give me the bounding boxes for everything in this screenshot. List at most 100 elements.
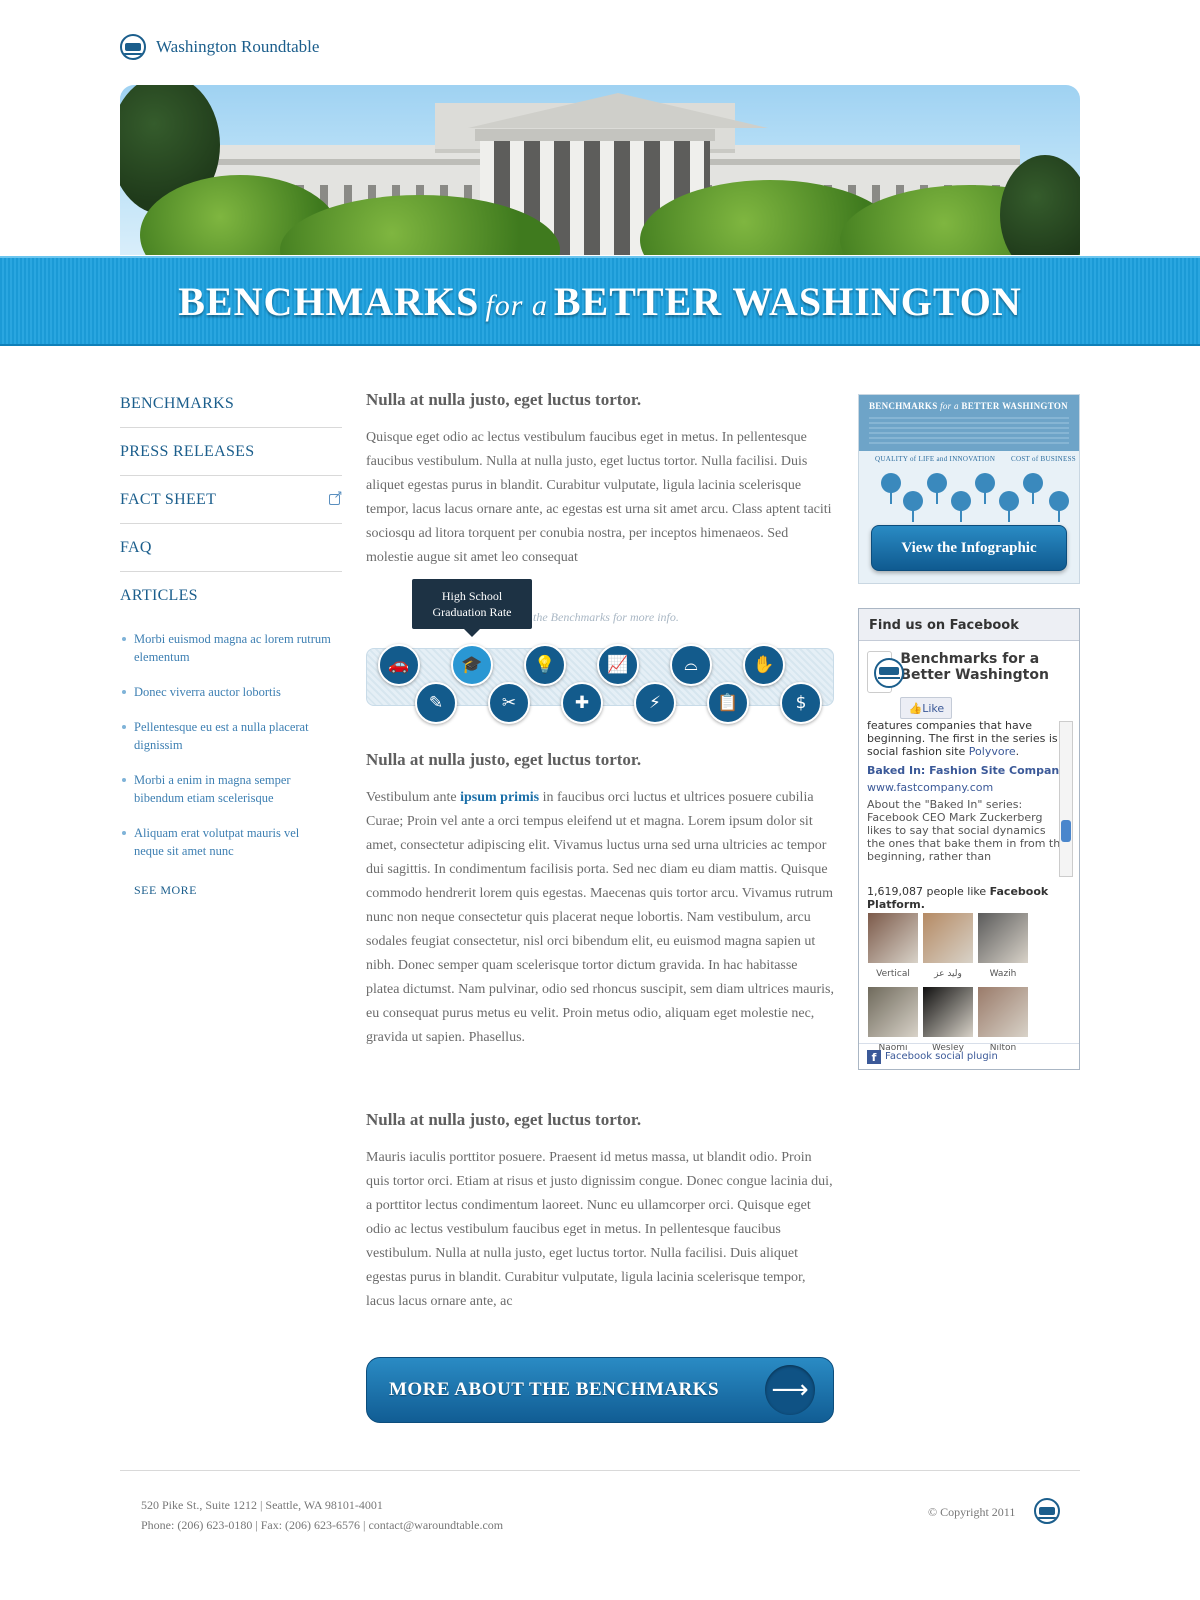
- power-icon[interactable]: ⚡: [634, 682, 676, 724]
- fan-avatar: [868, 913, 918, 963]
- site-name: Washington Roundtable: [156, 37, 320, 56]
- thumbs-up-icon: 👍: [908, 701, 923, 715]
- section-body-text: Vestibulum ante: [366, 790, 461, 805]
- infographic-pin-icon: [951, 491, 971, 522]
- stream-story-url[interactable]: www.fastcompany.com: [867, 781, 1067, 794]
- infographic-preview[interactable]: BENCHMARKS for a BETTER WASHINGTON QUALI…: [858, 394, 1080, 584]
- facebook-fan[interactable]: Vertical: [867, 913, 919, 979]
- infographic-pin-icon: [881, 473, 901, 504]
- footer-address-block: 520 Pike St., Suite 1212 | Seattle, WA 9…: [141, 1495, 503, 1535]
- infographic-subtitle: QUALITY of LIFE and INNOVATION: [875, 455, 996, 463]
- tools-icon[interactable]: ✂: [488, 682, 530, 724]
- bridge-icon[interactable]: ⌓: [670, 644, 712, 686]
- more-about-benchmarks-button[interactable]: MORE ABOUT THE BENCHMARKS ⟶: [366, 1357, 834, 1423]
- article-list: Morbi euismod magna ac lorem rutrum elem…: [122, 630, 332, 877]
- sidebar-nav: BENCHMARKS PRESS RELEASES FACT SHEET FAQ…: [120, 380, 343, 620]
- nav-item-articles[interactable]: ARTICLES: [120, 572, 342, 620]
- nav-item-label: FACT SHEET: [120, 490, 217, 508]
- infographic-title: BENCHMARKS for a BETTER WASHINGTON: [869, 401, 1069, 411]
- facebook-header: Find us on Facebook: [859, 609, 1079, 641]
- facebook-like-box: Find us on Facebook Benchmarks for a Bet…: [858, 608, 1080, 1070]
- section-body: Vestibulum ante ipsum primis in faucibus…: [366, 786, 834, 1050]
- fan-avatar: [868, 987, 918, 1037]
- article-link[interactable]: Morbi euismod magna ac lorem rutrum elem…: [122, 630, 332, 666]
- stream-story-title[interactable]: Baked In: Fashion Site Company: [867, 764, 1067, 777]
- nav-item-fact-sheet[interactable]: FACT SHEET: [120, 476, 343, 524]
- facebook-page-info: Benchmarks for a Better Washington 👍 Like: [859, 641, 1079, 719]
- stream-text-part: .: [1015, 745, 1020, 758]
- clipboard-icon[interactable]: 📋: [707, 682, 749, 724]
- infographic-pin-icon: [927, 473, 947, 504]
- fan-avatar: [923, 913, 973, 963]
- scrollbar-thumb[interactable]: [1061, 820, 1071, 842]
- section-body: Quisque eget odio ac lectus vestibulum f…: [366, 430, 832, 565]
- tooltip-line2: Graduation Rate: [432, 605, 512, 619]
- section-1: Nulla at nulla justo, eget luctus tortor…: [366, 390, 834, 594]
- stream-scrollbar[interactable]: [1059, 721, 1073, 877]
- roundtable-logo-icon[interactable]: [1034, 1498, 1060, 1524]
- fan-name: وليد عز: [934, 969, 962, 979]
- banner-title-part1: BENCHMARKS: [178, 278, 480, 324]
- nav-item-benchmarks[interactable]: BENCHMARKS: [120, 380, 342, 428]
- article-link[interactable]: Aliquam erat volutpat mauris vel neque s…: [122, 824, 332, 860]
- article-link[interactable]: Donec viverra auctor lobortis: [122, 683, 332, 701]
- bandage-icon[interactable]: ✚: [561, 682, 603, 724]
- roundtable-logo-icon: [874, 658, 904, 688]
- section-heading: Nulla at nulla justo, eget luctus tortor…: [366, 1110, 642, 1129]
- stream-link[interactable]: Polyvore: [969, 745, 1016, 758]
- infographic-title-left: BENCHMARKS: [869, 401, 938, 411]
- footer-contact[interactable]: Phone: (206) 623-0180 | Fax: (206) 623-6…: [141, 1515, 503, 1535]
- facebook-stream[interactable]: features companies that have beginning. …: [867, 719, 1067, 877]
- infographic-pin-icon: [1023, 473, 1043, 504]
- stream-text-part: features companies that have beginning. …: [867, 719, 1058, 758]
- inline-link[interactable]: ipsum primis: [460, 790, 539, 805]
- benchmarks-hint: the Benchmarks for more info.: [533, 610, 679, 624]
- handshake-icon[interactable]: ✋: [743, 644, 785, 686]
- facebook-footer[interactable]: f Facebook social plugin: [859, 1043, 1079, 1069]
- nav-item-press-releases[interactable]: PRESS RELEASES: [120, 428, 342, 476]
- banner-title: BENCHMARKS for a BETTER WASHINGTON: [178, 278, 1022, 325]
- fan-name: Wazih: [989, 969, 1017, 979]
- site-logo[interactable]: Washington Roundtable: [120, 34, 319, 60]
- infographic-pin-icon: [975, 473, 995, 504]
- infographic-pin-icon: [1049, 491, 1069, 522]
- nav-item-label: ARTICLES: [120, 587, 198, 604]
- infographic-pin-icon: [903, 491, 923, 522]
- facebook-page-avatar[interactable]: [867, 651, 904, 693]
- section-heading: Nulla at nulla justo, eget luctus tortor…: [366, 390, 642, 409]
- arrow-right-icon: ⟶: [765, 1365, 815, 1415]
- footer-address: 520 Pike St., Suite 1212 | Seattle, WA 9…: [141, 1498, 383, 1512]
- stream-text: features companies that have beginning. …: [867, 719, 1067, 758]
- graduation-cap-icon[interactable]: 🎓: [451, 644, 493, 686]
- article-link[interactable]: Pellentesque eu est a nulla placerat dig…: [122, 718, 332, 754]
- hero-image: [120, 85, 1080, 255]
- money-bag-icon[interactable]: $: [780, 682, 822, 724]
- article-link[interactable]: Morbi a enim in magna semper bibendum et…: [122, 771, 332, 807]
- fan-avatar: [978, 987, 1028, 1037]
- nav-item-faq[interactable]: FAQ: [120, 524, 342, 572]
- stream-story-body: About the "Baked In" series: Facebook CE…: [867, 798, 1067, 863]
- benchmark-tooltip: High School Graduation Rate: [412, 579, 532, 637]
- facebook-fan[interactable]: Wazih: [977, 913, 1029, 979]
- facebook-icon: f: [867, 1049, 881, 1064]
- see-more-link[interactable]: SEE MORE: [134, 883, 197, 898]
- banner-title-part2: for a: [485, 288, 548, 322]
- infographic-title-mid: for a: [940, 401, 959, 411]
- nav-item-label: FAQ: [120, 538, 152, 556]
- banner-title-part3: BETTER WASHINGTON: [553, 278, 1022, 324]
- facebook-like-button[interactable]: 👍 Like: [900, 697, 953, 719]
- infographic-pin-icon: [999, 491, 1019, 522]
- section-body-text: in faucibus orci luctus et ultrices posu…: [366, 790, 834, 1045]
- chart-icon[interactable]: 📈: [597, 644, 639, 686]
- facebook-fan[interactable]: وليد عز: [922, 913, 974, 979]
- section-3: Nulla at nulla justo, eget luctus tortor…: [366, 1110, 834, 1314]
- like-count-text: 1,619,087 people like: [867, 885, 990, 898]
- view-infographic-button[interactable]: View the Infographic: [871, 525, 1067, 571]
- fan-avatar: [923, 987, 973, 1037]
- pencil-icon[interactable]: ✎: [415, 682, 457, 724]
- facebook-page-name[interactable]: Benchmarks for a Better Washington: [900, 651, 1071, 683]
- lightbulb-icon[interactable]: 💡: [524, 644, 566, 686]
- fan-name: Vertical: [876, 969, 910, 979]
- car-icon[interactable]: 🚗: [378, 644, 420, 686]
- infographic-header: BENCHMARKS for a BETTER WASHINGTON: [859, 395, 1079, 451]
